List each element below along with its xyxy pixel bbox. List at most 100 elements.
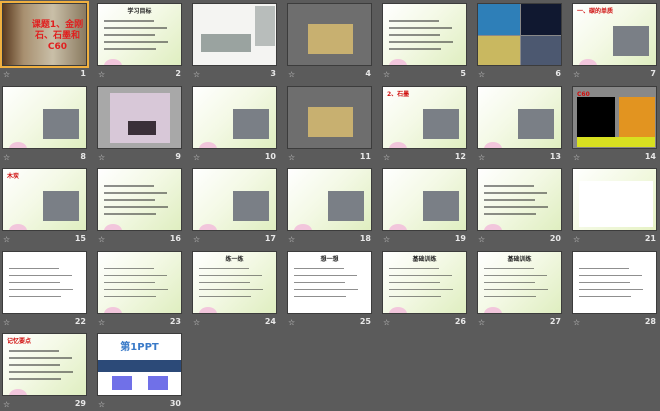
slide-preview[interactable] xyxy=(97,85,182,149)
slide-thumbnail-4[interactable]: ☆ 4 xyxy=(287,3,373,81)
slide-thumbnail-19[interactable]: ☆ 19 xyxy=(382,168,468,246)
animation-star-icon[interactable]: ☆ xyxy=(3,400,10,409)
animation-star-icon[interactable]: ☆ xyxy=(288,70,295,79)
animation-star-icon[interactable]: ☆ xyxy=(3,70,10,79)
animation-star-icon[interactable]: ☆ xyxy=(3,153,10,162)
slide-thumbnail-10[interactable]: ☆ 10 xyxy=(192,85,278,164)
slide-preview[interactable]: 一、碳的单质 xyxy=(572,3,657,66)
animation-star-icon[interactable]: ☆ xyxy=(478,318,485,327)
slide-preview[interactable]: C60 xyxy=(572,85,657,149)
slide-preview[interactable] xyxy=(477,168,562,231)
animation-star-icon[interactable]: ☆ xyxy=(288,153,295,162)
slide-preview[interactable] xyxy=(382,3,467,66)
slide-thumbnail-27[interactable]: 基础训练 ☆ 27 xyxy=(477,250,563,329)
slide-preview[interactable] xyxy=(192,85,277,149)
slide-thumbnail-18[interactable]: ☆ 18 xyxy=(287,168,373,246)
slide-preview[interactable] xyxy=(97,250,182,314)
animation-star-icon[interactable]: ☆ xyxy=(98,235,105,244)
slide-thumbnail-22[interactable]: ☆ 22 xyxy=(2,250,88,329)
slide-preview[interactable]: 木炭 xyxy=(2,168,87,231)
slide-thumbnail-26[interactable]: 基础训练 ☆ 26 xyxy=(382,250,468,329)
slide-thumbnail-17[interactable]: ☆ 17 xyxy=(192,168,278,246)
slide-thumbnail-6[interactable]: ☆ 6 xyxy=(477,3,563,81)
slide-thumbnail-5[interactable]: ☆ 5 xyxy=(382,3,468,81)
slide-thumbnail-7[interactable]: 一、碳的单质 ☆ 7 xyxy=(572,3,658,81)
slide-thumbnail-8[interactable]: ☆ 8 xyxy=(2,85,88,164)
text-line xyxy=(579,267,629,269)
slide-thumbnail-11[interactable]: ☆ 11 xyxy=(287,85,373,164)
animation-star-icon[interactable]: ☆ xyxy=(193,70,200,79)
slide-thumbnail-20[interactable]: ☆ 20 xyxy=(477,168,563,246)
slide-title: 练一练 xyxy=(225,255,244,263)
slide-preview[interactable] xyxy=(477,85,562,149)
slide-image xyxy=(423,191,459,221)
slide-preview[interactable] xyxy=(97,168,182,231)
slide-preview[interactable]: 第1PPT xyxy=(97,333,182,396)
slide-number: 27 xyxy=(549,316,561,326)
text-line xyxy=(389,27,452,29)
animation-star-icon[interactable]: ☆ xyxy=(478,235,485,244)
animation-star-icon[interactable]: ☆ xyxy=(98,153,105,162)
animation-star-icon[interactable]: ☆ xyxy=(98,318,105,327)
animation-star-icon[interactable]: ☆ xyxy=(383,318,390,327)
slide-preview[interactable] xyxy=(287,3,372,66)
animation-star-icon[interactable]: ☆ xyxy=(573,235,580,244)
animation-star-icon[interactable]: ☆ xyxy=(383,70,390,79)
animation-star-icon[interactable]: ☆ xyxy=(478,70,485,79)
animation-star-icon[interactable]: ☆ xyxy=(3,235,10,244)
animation-star-icon[interactable]: ☆ xyxy=(193,235,200,244)
slide-preview[interactable] xyxy=(2,85,87,149)
slide-image xyxy=(112,376,132,390)
slide-preview[interactable]: 记忆要点 xyxy=(2,333,87,396)
text-line xyxy=(389,288,453,290)
slide-thumbnail-30[interactable]: 第1PPT ☆ 30 xyxy=(97,333,183,411)
animation-star-icon[interactable]: ☆ xyxy=(573,318,580,327)
slide-preview[interactable]: 课题1、金刚石、石墨和C60 xyxy=(0,1,89,68)
animation-star-icon[interactable]: ☆ xyxy=(383,153,390,162)
slide-preview[interactable] xyxy=(192,168,277,231)
slide-thumbnail-24[interactable]: 练一练 ☆ 24 xyxy=(192,250,278,329)
slide-thumbnail-21[interactable]: ☆ 21 xyxy=(572,168,658,246)
slide-preview[interactable] xyxy=(382,168,467,231)
slide-thumbnail-28[interactable]: ☆ 28 xyxy=(572,250,658,329)
slide-preview[interactable] xyxy=(2,250,87,314)
slide-thumbnail-15[interactable]: 木炭 ☆ 15 xyxy=(2,168,88,246)
slide-title: 课题1、金刚石、石墨和C60 xyxy=(31,20,84,52)
animation-star-icon[interactable]: ☆ xyxy=(288,235,295,244)
slide-preview[interactable]: 基础训练 xyxy=(382,250,467,314)
slide-preview[interactable]: 练一练 xyxy=(192,250,277,314)
slide-preview[interactable] xyxy=(477,3,562,66)
slide-preview[interactable] xyxy=(572,168,657,231)
slide-preview[interactable] xyxy=(192,3,277,66)
animation-star-icon[interactable]: ☆ xyxy=(98,70,105,79)
animation-star-icon[interactable]: ☆ xyxy=(98,400,105,409)
animation-star-icon[interactable]: ☆ xyxy=(573,70,580,79)
animation-star-icon[interactable]: ☆ xyxy=(3,318,10,327)
slide-thumbnail-29[interactable]: 记忆要点 ☆ 29 xyxy=(2,333,88,411)
slide-preview[interactable]: 2、石墨 xyxy=(382,85,467,149)
slide-preview[interactable] xyxy=(287,168,372,231)
slide-preview[interactable] xyxy=(572,250,657,314)
text-line xyxy=(199,274,262,276)
slide-thumbnail-3[interactable]: ☆ 3 xyxy=(192,3,278,81)
slide-preview[interactable]: 想一想 xyxy=(287,250,372,314)
slide-thumbnail-12[interactable]: 2、石墨 ☆ 12 xyxy=(382,85,468,164)
slide-thumbnail-23[interactable]: ☆ 23 xyxy=(97,250,183,329)
animation-star-icon[interactable]: ☆ xyxy=(478,153,485,162)
slide-thumbnail-9[interactable]: ☆ 9 xyxy=(97,85,183,164)
slide-title: 记忆要点 xyxy=(7,338,32,345)
slide-thumbnail-13[interactable]: ☆ 13 xyxy=(477,85,563,164)
slide-thumbnail-25[interactable]: 想一想 ☆ 25 xyxy=(287,250,373,329)
animation-star-icon[interactable]: ☆ xyxy=(193,318,200,327)
animation-star-icon[interactable]: ☆ xyxy=(288,318,295,327)
animation-star-icon[interactable]: ☆ xyxy=(193,153,200,162)
slide-thumbnail-14[interactable]: C60 ☆ 14 xyxy=(572,85,658,164)
animation-star-icon[interactable]: ☆ xyxy=(573,153,580,162)
slide-preview[interactable]: 基础训练 xyxy=(477,250,562,314)
slide-thumbnail-1[interactable]: 课题1、金刚石、石墨和C60 ☆ 1 xyxy=(0,1,89,81)
slide-preview[interactable] xyxy=(287,85,372,149)
slide-thumbnail-2[interactable]: 学习目标 ☆ 2 xyxy=(97,3,183,81)
slide-preview[interactable]: 学习目标 xyxy=(97,3,182,66)
slide-thumbnail-16[interactable]: ☆ 16 xyxy=(97,168,183,246)
animation-star-icon[interactable]: ☆ xyxy=(383,235,390,244)
